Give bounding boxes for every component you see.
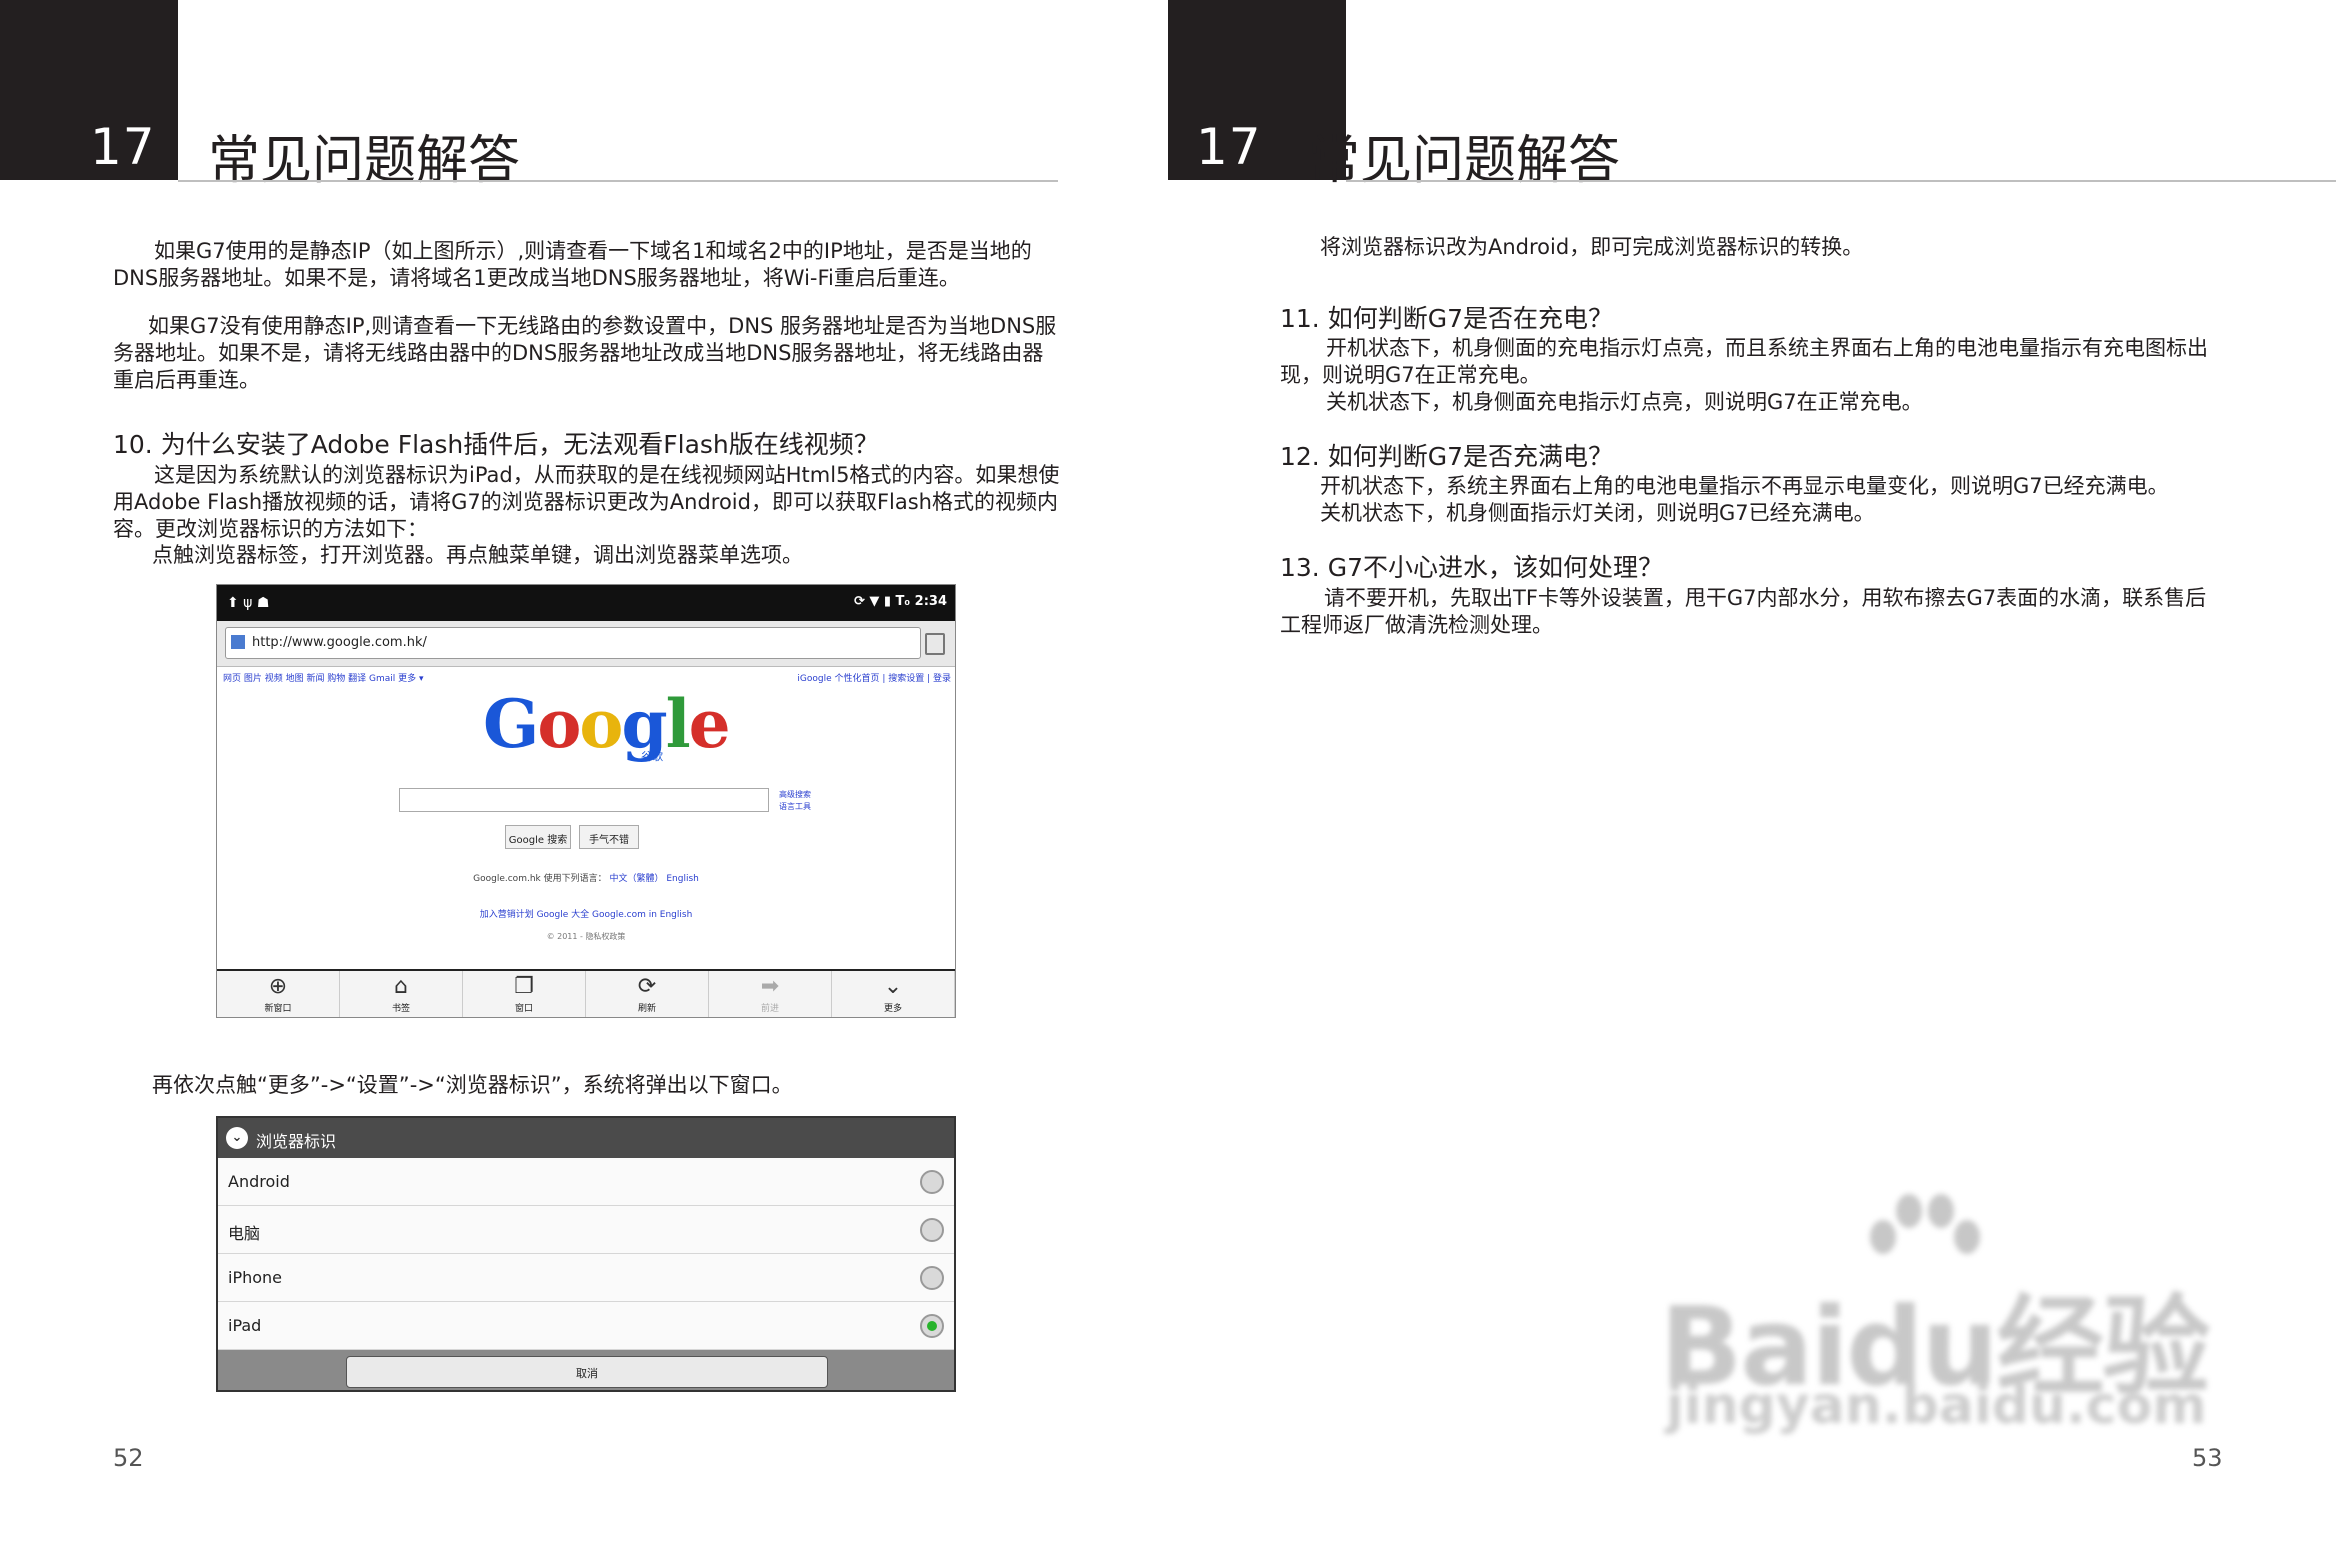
ua-option-ipad[interactable]: iPad — [218, 1302, 954, 1350]
menu-item-4[interactable]: ➡ 前进 — [709, 971, 832, 1017]
browser-screenshot: ⬆ ψ ☗ ⟳ ▼ ▮ T₀ 2:34 http://www.google.co… — [216, 584, 956, 1018]
advanced-search-link[interactable]: 高级搜索 — [779, 789, 811, 801]
question-13-title: 13. G7不小心进水，该如何处理？ — [1280, 553, 1663, 582]
lucky-button[interactable]: 手气不错 — [579, 825, 639, 849]
cancel-button[interactable]: 取消 — [346, 1356, 828, 1388]
menu-item-icon: ➡ — [760, 974, 780, 999]
menu-item-icon: ⌂ — [394, 974, 408, 999]
url-field[interactable]: http://www.google.com.hk/ — [225, 627, 921, 659]
notification-icons: ⬆ ψ ☗ — [227, 595, 270, 611]
language-line: Google.com.hk 使用下列语言： 中文（繁體） English — [473, 874, 699, 884]
watermark-url: jingyan.baidu.com — [1666, 1376, 2207, 1436]
menu-item-icon: ⟳ — [637, 974, 657, 999]
menu-item-icon: ⌄ — [883, 974, 903, 999]
browser-menu: ⊕ 新窗口 ⌂ 书签 ❐ 窗口 ⟳ 刷新 ➡ 前进 ⌄ 更多 — [217, 969, 955, 1017]
footer-links[interactable]: 加入营销计划 Google 大全 Google.com in English — [217, 907, 955, 920]
q10-line3: 容。更改浏览器标识的方法如下： — [113, 517, 428, 541]
page-number: 52 — [113, 1444, 144, 1472]
advanced-links: 高级搜索 语言工具 — [779, 789, 811, 813]
menu-item-label: 更多 — [883, 1004, 902, 1014]
q10-line1: 这是因为系统默认的浏览器标识为iPad，从而获取的是在线视频网站Html5格式的… — [154, 463, 1060, 487]
right-top-line: 将浏览器标识改为Android，即可完成浏览器标识的转换。 — [1320, 235, 1864, 259]
favicon-icon — [231, 635, 245, 649]
intro-p1-line2: DNS服务器地址。如果不是，请将域名1更改成当地DNS服务器地址，将Wi-Fi重… — [113, 266, 960, 290]
intro-p1-line1: 如果G7使用的是静态IP（如上图所示）,则请查看一下域名1和域名2中的IP地址，… — [154, 239, 1032, 263]
menu-item-0[interactable]: ⊕ 新窗口 — [217, 971, 340, 1017]
intro-p2-line2: 务器地址。如果不是，请将无线路由器中的DNS服务器地址改成当地DNS服务器地址，… — [113, 341, 1044, 365]
menu-item-label: 前进 — [760, 1004, 779, 1014]
google-logo: Google — [483, 685, 731, 763]
menu-item-label: 书签 — [391, 1004, 410, 1014]
q10-line4: 点触浏览器标签，打开浏览器。再点触菜单键，调出浏览器菜单选项。 — [152, 543, 803, 567]
q12-line2: 关机状态下，机身侧面指示灯关闭，则说明G7已经充满电。 — [1320, 501, 1875, 525]
menu-item-5[interactable]: ⌄ 更多 — [832, 971, 955, 1017]
google-search-button[interactable]: Google 搜索 — [505, 825, 571, 849]
q11-line2: 现，则说明G7在正常充电。 — [1280, 363, 1541, 387]
q11-line1: 开机状态下，机身侧面的充电指示灯点亮，而且系统主界面右上角的电池电量指示有充电图… — [1326, 336, 2208, 360]
intro-p2-line1: 如果G7没有使用静态IP,则请查看一下无线路由的参数设置中，DNS 服务器地址是… — [148, 314, 1057, 338]
header-rule — [178, 180, 1058, 182]
dialog-title: 浏览器标识 — [256, 1132, 337, 1151]
ua-option-pc[interactable]: 电脑 — [218, 1206, 954, 1254]
baidu-watermark: Baidu经验 jingyan.baidu.com — [1660, 1180, 2220, 1440]
menu-item-3[interactable]: ⟳ 刷新 — [586, 971, 709, 1017]
dialog-header: ⌄ 浏览器标识 — [218, 1118, 954, 1158]
q10-after-text: 再依次点触“更多”->“设置”->“浏览器标识”，系统将弹出以下窗口。 — [152, 1073, 793, 1097]
status-bar: ⬆ ψ ☗ ⟳ ▼ ▮ T₀ 2:34 — [217, 585, 955, 621]
menu-item-2[interactable]: ❐ 窗口 — [463, 971, 586, 1017]
menu-item-label: 新窗口 — [264, 1004, 292, 1014]
menu-item-label: 窗口 — [514, 1004, 533, 1014]
menu-item-1[interactable]: ⌂ 书签 — [340, 971, 463, 1017]
dialog-footer: 取消 — [218, 1350, 954, 1390]
browser-ua-dialog: ⌄ 浏览器标识 Android 电脑 iPhone iPad 取消 — [216, 1116, 956, 1392]
radio-button[interactable] — [920, 1170, 944, 1194]
question-11-title: 11. 如何判断G7是否在充电？ — [1280, 304, 1613, 333]
chapter-number: 17 — [90, 118, 156, 176]
menu-item-label: 刷新 — [637, 1004, 656, 1014]
google-search-input[interactable] — [399, 788, 769, 812]
left-page: 17 常见问题解答 如果G7使用的是静态IP（如上图所示）,则请查看一下域名1和… — [0, 0, 1168, 1542]
dialog-chevron-icon: ⌄ — [226, 1127, 248, 1149]
q10-line2: 用Adobe Flash播放视频的话，请将G7的浏览器标识更改为Android，… — [113, 490, 1058, 514]
header-rule — [1346, 180, 2336, 182]
google-account-links[interactable]: iGoogle 个性化首页 | 搜索设置 | 登录 — [797, 671, 951, 684]
ua-option-iphone[interactable]: iPhone — [218, 1254, 954, 1302]
menu-item-icon: ❐ — [514, 974, 534, 999]
question-10-title: 10. 为什么安装了Adobe Flash插件后，无法观看Flash版在线视频？ — [113, 430, 879, 459]
intro-p2-line3: 重启后再重连。 — [113, 368, 260, 392]
question-12-title: 12. 如何判断G7是否充满电？ — [1280, 442, 1613, 471]
google-logo-sub: 谷歌 — [641, 750, 663, 763]
language-tools-link[interactable]: 语言工具 — [779, 801, 811, 813]
chapter-number: 17 — [1196, 118, 1262, 176]
q11-line3: 关机状态下，机身侧面充电指示灯点亮，则说明G7在正常充电。 — [1326, 390, 1923, 414]
q12-line1: 开机状态下，系统主界面右上角的电池电量指示不再显示电量变化，则说明G7已经充满电… — [1320, 474, 2169, 498]
copyright: © 2011 - 隐私权政策 — [546, 932, 626, 941]
menu-item-icon: ⊕ — [268, 974, 288, 999]
ua-option-android[interactable]: Android — [218, 1158, 954, 1206]
radio-button[interactable] — [920, 1218, 944, 1242]
q13-line2: 工程师返厂做清洗检测处理。 — [1280, 613, 1553, 637]
google-nav-links[interactable]: 网页 图片 视频 地图 新闻 购物 翻译 Gmail 更多 ▾ — [223, 671, 424, 684]
radio-button-selected[interactable] — [920, 1314, 944, 1338]
q13-line1: 请不要开机，先取出TF卡等外设装置，甩干G7内部水分，用软布擦去G7表面的水滴，… — [1324, 586, 2207, 610]
radio-button[interactable] — [920, 1266, 944, 1290]
url-bar: http://www.google.com.hk/ — [217, 621, 955, 667]
status-clock: ⟳ ▼ ▮ T₀ 2:34 — [853, 594, 947, 609]
page-number: 53 — [2192, 1444, 2223, 1472]
bookmark-icon[interactable] — [925, 633, 945, 655]
